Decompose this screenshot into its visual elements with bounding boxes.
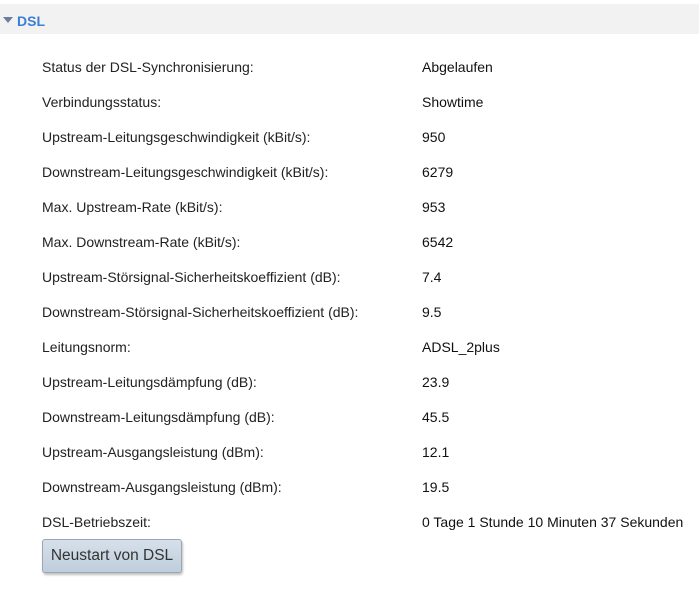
row-value: 7.4 bbox=[422, 269, 442, 285]
row-upstream-attenuation: Upstream-Leitungsdämpfung (dB): 23.9 bbox=[0, 365, 699, 400]
row-value: 23.9 bbox=[422, 374, 450, 390]
row-downstream-noise-margin: Downstream-Störsignal-Sicherheitskoeffiz… bbox=[0, 295, 699, 330]
row-value: 12.1 bbox=[422, 444, 450, 460]
row-label: Status der DSL-Synchronisierung: bbox=[42, 59, 254, 75]
row-value: 0 Tage 1 Stunde 10 Minuten 37 Sekunden bbox=[422, 514, 684, 530]
row-upstream-output-power: Upstream-Ausgangsleistung (dBm): 12.1 bbox=[0, 435, 699, 470]
row-value: Showtime bbox=[422, 94, 484, 110]
row-max-downstream-rate: Max. Downstream-Rate (kBit/s): 6542 bbox=[0, 225, 699, 260]
row-value: 19.5 bbox=[422, 479, 450, 495]
row-label: Max. Upstream-Rate (kBit/s): bbox=[42, 199, 223, 215]
row-connection-status: Verbindungsstatus: Showtime bbox=[0, 85, 699, 120]
row-value: 45.5 bbox=[422, 409, 450, 425]
row-label: Upstream-Ausgangsleistung (dBm): bbox=[42, 444, 264, 460]
row-downstream-line-speed: Downstream-Leitungsgeschwindigkeit (kBit… bbox=[0, 155, 699, 190]
row-label: Verbindungsstatus: bbox=[42, 94, 162, 110]
triangle-down-icon[interactable] bbox=[3, 17, 13, 23]
row-label: Max. Downstream-Rate (kBit/s): bbox=[42, 234, 241, 250]
row-value: 6279 bbox=[422, 164, 454, 180]
row-value: Abgelaufen bbox=[422, 59, 493, 75]
row-upstream-line-speed: Upstream-Leitungsgeschwindigkeit (kBit/s… bbox=[0, 120, 699, 155]
section-title: DSL bbox=[17, 13, 45, 29]
row-value: 953 bbox=[422, 199, 446, 215]
row-downstream-attenuation: Downstream-Leitungsdämpfung (dB): 45.5 bbox=[0, 400, 699, 435]
restart-dsl-button[interactable]: Neustart von DSL bbox=[42, 539, 182, 573]
row-value: 6542 bbox=[422, 234, 454, 250]
row-label: Downstream-Leitungsdämpfung (dB): bbox=[42, 409, 275, 425]
row-line-standard: Leitungsnorm: ADSL_2plus bbox=[0, 330, 699, 365]
row-max-upstream-rate: Max. Upstream-Rate (kBit/s): 953 bbox=[0, 190, 699, 225]
row-label: Downstream-Leitungsgeschwindigkeit (kBit… bbox=[42, 164, 329, 180]
row-label: Upstream-Leitungsgeschwindigkeit (kBit/s… bbox=[42, 129, 311, 145]
row-upstream-noise-margin: Upstream-Störsignal-Sicherheitskoeffizie… bbox=[0, 260, 699, 295]
row-label: DSL-Betriebszeit: bbox=[42, 514, 151, 530]
row-value: 9.5 bbox=[422, 304, 442, 320]
row-sync-status: Status der DSL-Synchronisierung: Abgelau… bbox=[0, 50, 699, 85]
row-label: Downstream-Ausgangsleistung (dBm): bbox=[42, 479, 282, 495]
dsl-section-header[interactable]: DSL bbox=[0, 4, 699, 34]
row-label: Upstream-Störsignal-Sicherheitskoeffizie… bbox=[42, 269, 341, 285]
row-value: 950 bbox=[422, 129, 446, 145]
dsl-status-table: Status der DSL-Synchronisierung: Abgelau… bbox=[0, 50, 699, 540]
row-label: Upstream-Leitungsdämpfung (dB): bbox=[42, 374, 257, 390]
row-dsl-uptime: DSL-Betriebszeit: 0 Tage 1 Stunde 10 Min… bbox=[0, 505, 699, 540]
row-label: Leitungsnorm: bbox=[42, 339, 131, 355]
row-value: ADSL_2plus bbox=[422, 339, 500, 355]
row-downstream-output-power: Downstream-Ausgangsleistung (dBm): 19.5 bbox=[0, 470, 699, 505]
row-label: Downstream-Störsignal-Sicherheitskoeffiz… bbox=[42, 304, 359, 320]
